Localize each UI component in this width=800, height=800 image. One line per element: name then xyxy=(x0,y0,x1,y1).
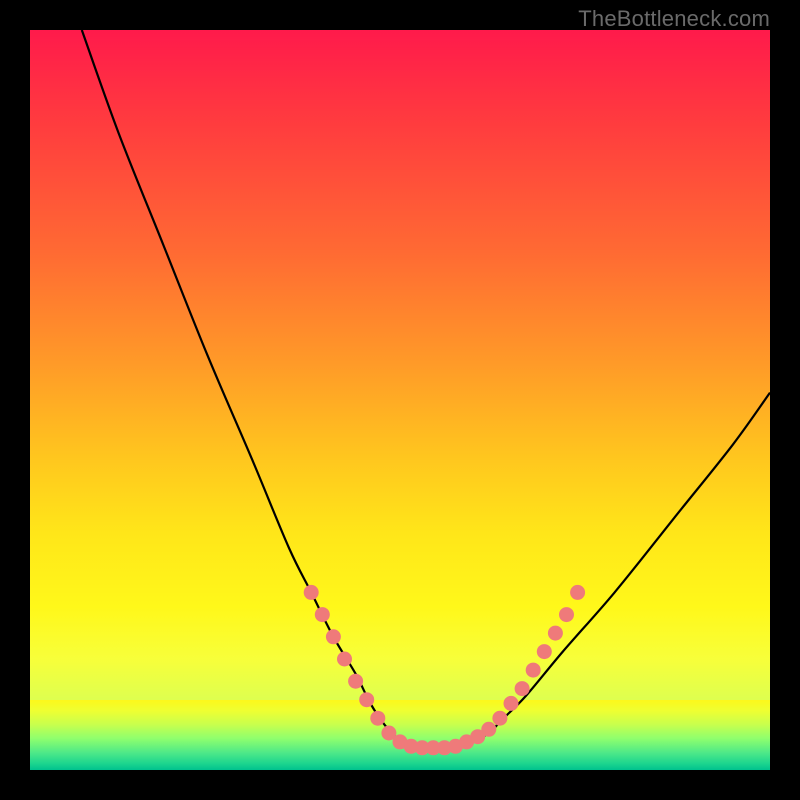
highlight-dot xyxy=(548,626,563,641)
highlight-dots xyxy=(304,585,585,755)
highlight-dot xyxy=(315,607,330,622)
chart-svg xyxy=(30,30,770,770)
highlight-dot xyxy=(526,663,541,678)
highlight-dot xyxy=(570,585,585,600)
highlight-dot xyxy=(515,681,530,696)
highlight-dot xyxy=(504,696,519,711)
highlight-dot xyxy=(370,711,385,726)
chart-frame: TheBottleneck.com xyxy=(0,0,800,800)
highlight-dot xyxy=(492,711,507,726)
watermark-label: TheBottleneck.com xyxy=(578,6,770,32)
highlight-dot xyxy=(326,629,341,644)
highlight-dot xyxy=(481,722,496,737)
highlight-dot xyxy=(304,585,319,600)
highlight-dot xyxy=(348,674,363,689)
bottleneck-curve xyxy=(82,30,770,748)
highlight-dot xyxy=(337,652,352,667)
highlight-dot xyxy=(559,607,574,622)
highlight-dot xyxy=(537,644,552,659)
highlight-dot xyxy=(359,692,374,707)
plot-area xyxy=(30,30,770,770)
